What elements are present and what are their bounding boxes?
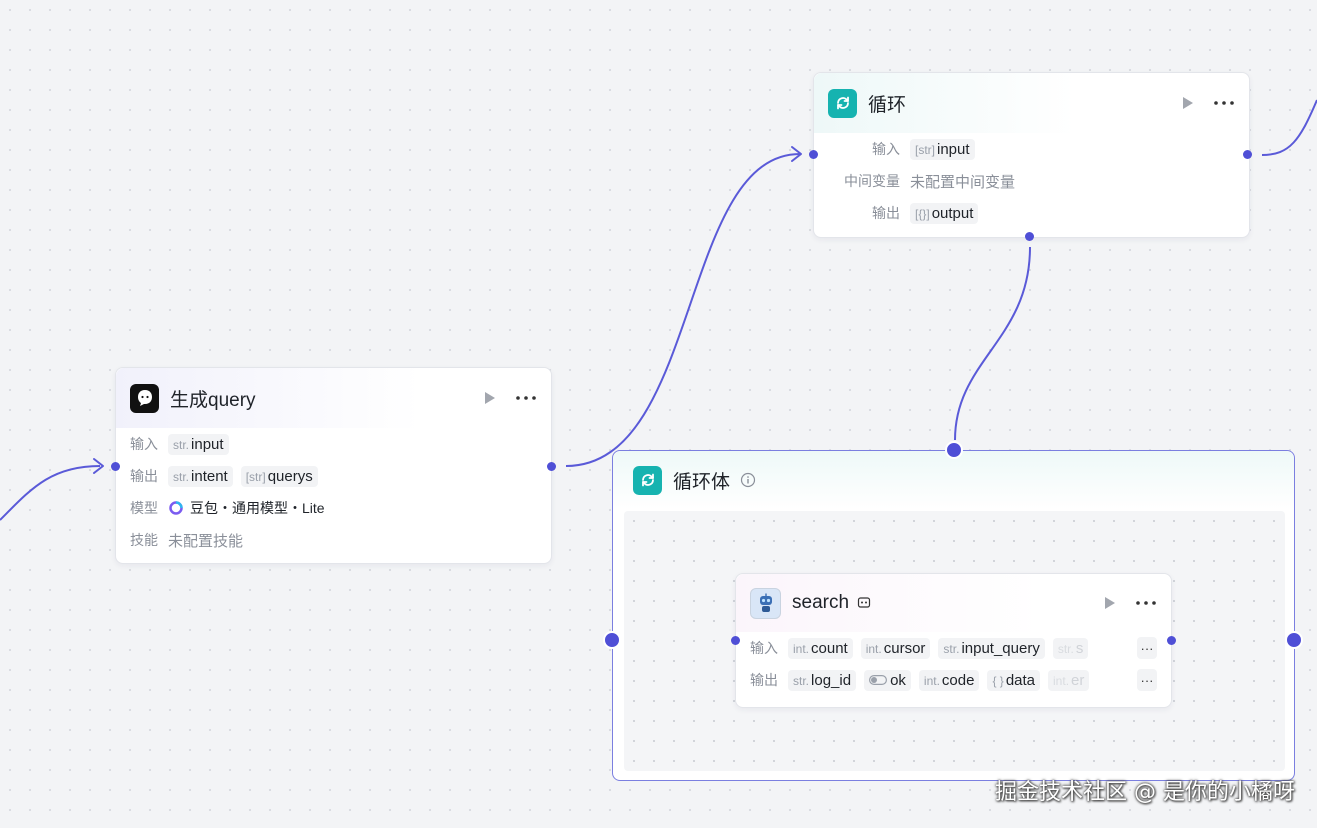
- loop-body-right-port[interactable]: [1285, 631, 1303, 649]
- search-output-data: { } data: [987, 669, 1041, 691]
- loop-node-title: 循环: [868, 94, 907, 116]
- search-output-logid: str. log_id: [788, 669, 857, 691]
- loop-vars-row: 中间变量 未配置中间变量: [828, 165, 1235, 197]
- query-run-button[interactable]: [481, 389, 499, 407]
- search-out-port[interactable]: [1167, 636, 1176, 645]
- loop-more-button[interactable]: [1213, 94, 1235, 112]
- loop-node-header: 循环: [814, 73, 1249, 133]
- search-output-code: int. code: [918, 669, 980, 691]
- query-out-port[interactable]: [547, 462, 556, 471]
- loop-body-port[interactable]: [1025, 232, 1034, 241]
- loop-body-icon: [633, 465, 662, 495]
- loop-node[interactable]: 循环 输入 [str] input 中间变量 未配置中间变量 输出 [{}] out…: [813, 72, 1250, 238]
- search-input-row: 输入 int. count int. cursor str. input_query …: [750, 632, 1157, 664]
- play-icon: [1105, 597, 1115, 609]
- search-in-port[interactable]: [731, 636, 740, 645]
- more-icon: [1214, 101, 1234, 105]
- query-output-tag-intent: str. intent: [168, 465, 233, 487]
- query-input-label: 输入: [130, 436, 158, 452]
- loop-input-label: 输入: [872, 141, 900, 157]
- doubao-model-icon: [169, 501, 183, 515]
- watermark: 掘金技术社区 @ 是你的小橘呀: [995, 780, 1295, 805]
- search-input-label: 输入: [750, 640, 778, 656]
- loop-body-left-port[interactable]: [603, 631, 621, 649]
- loop-output-label: 输出: [872, 205, 900, 221]
- query-model-row: 模型 豆包・通用模型・Lite: [130, 492, 537, 524]
- query-node-header: 生成query: [116, 368, 551, 428]
- search-node-header: search: [736, 574, 1171, 632]
- query-input-tag: str. input: [168, 433, 229, 455]
- search-input-cursor: int. cursor: [860, 637, 931, 659]
- search-output-row: 输出 str. log_id ok int. code { } data int. er…: [750, 664, 1157, 696]
- arrowhead-loop-in: [791, 146, 802, 162]
- query-in-port[interactable]: [111, 462, 120, 471]
- search-node[interactable]: search 输入 int. count int. cursor str. input…: [735, 573, 1172, 708]
- search-input-count: int. count: [788, 637, 853, 659]
- query-output-row: 输出 str. intent [str] querys: [130, 460, 537, 492]
- loop-output-row: 输出 [{}] output: [828, 197, 1235, 229]
- query-output-tag-querys: [str] querys: [240, 465, 318, 487]
- search-run-button[interactable]: [1101, 594, 1119, 612]
- loop-input-row: 输入 [str] input: [828, 133, 1235, 165]
- loop-run-button[interactable]: [1179, 94, 1197, 112]
- search-node-title: search: [792, 592, 850, 613]
- search-input-query: str. input_query: [938, 637, 1045, 659]
- search-more-button[interactable]: [1135, 594, 1157, 612]
- query-skill-row: 技能 未配置技能: [130, 524, 537, 556]
- search-input-more-button[interactable]: ···: [1137, 637, 1157, 659]
- search-output-ok: ok: [864, 669, 911, 691]
- edge-query-to-loop: [565, 153, 801, 467]
- search-output-label: 输出: [750, 672, 778, 688]
- loop-body-title: 循环体: [673, 471, 731, 493]
- play-icon: [1183, 97, 1193, 109]
- loop-output-tag: [{}] output: [910, 202, 979, 224]
- search-output-more-faded: int. er: [1048, 669, 1090, 691]
- info-icon[interactable]: [740, 472, 756, 488]
- edge-left-to-query: [0, 465, 101, 521]
- search-output-more-button[interactable]: ···: [1137, 669, 1157, 691]
- plugin-icon: [857, 597, 871, 608]
- loop-icon: [828, 88, 857, 118]
- query-more-button[interactable]: [515, 389, 537, 407]
- search-input-more-faded: str. s: [1052, 637, 1089, 659]
- toggle-icon: [869, 674, 888, 685]
- query-skill-value: 未配置技能: [168, 532, 244, 550]
- loop-out-port[interactable]: [1243, 150, 1252, 159]
- query-model-label: 模型: [130, 500, 158, 516]
- loop-input-tag: [str] input: [910, 138, 975, 160]
- loop-vars-label: 中间变量: [844, 173, 900, 189]
- robot-icon: [750, 587, 781, 619]
- loop-in-port[interactable]: [809, 150, 818, 159]
- loop-body-header: 循环体: [613, 451, 1294, 509]
- loop-vars-value: 未配置中间变量: [910, 173, 1016, 191]
- query-skill-label: 技能: [130, 532, 158, 548]
- edge-loop-to-body: [954, 246, 1031, 441]
- more-icon: [1136, 601, 1156, 605]
- query-node[interactable]: 生成query 输入 str. input 输出 str. intent [str]…: [115, 367, 552, 564]
- ai-agent-icon: [130, 383, 159, 413]
- more-icon: [516, 396, 536, 400]
- play-icon: [485, 392, 495, 404]
- query-output-label: 输出: [130, 468, 158, 484]
- loop-body-top-port[interactable]: [945, 441, 963, 459]
- edge-loop-to-right: [1261, 99, 1317, 156]
- query-input-row: 输入 str. input: [130, 428, 537, 460]
- arrowhead-query-in: [93, 458, 104, 474]
- query-model-value: 豆包・通用模型・Lite: [190, 500, 325, 516]
- query-node-title: 生成query: [170, 389, 256, 411]
